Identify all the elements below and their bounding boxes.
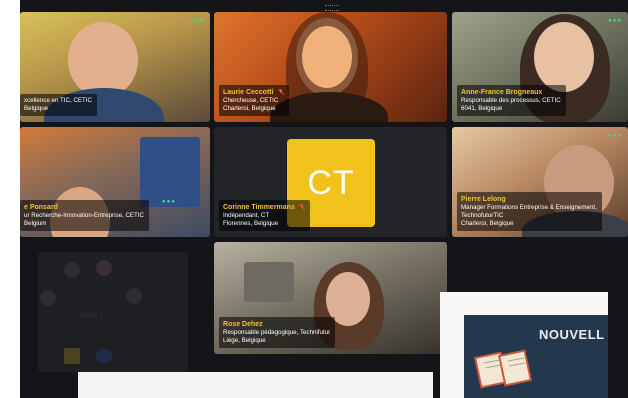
lobby-seat-icon bbox=[96, 348, 112, 364]
audio-dots-icon: ●●● bbox=[608, 133, 622, 139]
participant-organization: TechnofuturTIC bbox=[461, 212, 504, 219]
participant-video-tile[interactable]: ●●● e Ponsard ur Recherche-Innovation-En… bbox=[20, 127, 210, 237]
background-shelf bbox=[140, 137, 200, 207]
participant-name: Corinne Timmermans bbox=[223, 203, 305, 212]
participant-label: Pierre Lelong Manager Formations Entrepr… bbox=[457, 192, 602, 231]
participant-label: e Ponsard ur Recherche-Innovation-Entrep… bbox=[20, 200, 150, 231]
participant-location: Belgium bbox=[24, 220, 47, 227]
participant-video-tile[interactable]: CT Corinne Timmermans Indépendant, CT Fl… bbox=[214, 127, 447, 237]
participant-video-tile[interactable]: ●●● Pierre Lelong Manager Formations Ent… bbox=[452, 127, 628, 237]
participant-title: Responsable pédagogique, Technifutur bbox=[223, 329, 331, 336]
drag-handle[interactable] bbox=[325, 5, 339, 11]
open-book-icon bbox=[474, 349, 533, 389]
participant-video-tile[interactable]: Rose Dehez Responsable pédagogique, Tech… bbox=[214, 242, 447, 354]
background-frame bbox=[244, 262, 294, 302]
participant-label: xcellence en TIC, CETIC Belgique bbox=[20, 94, 97, 116]
lobby-seat-icon bbox=[64, 262, 80, 278]
shared-document-preview[interactable] bbox=[78, 372, 433, 398]
mic-muted-icon bbox=[298, 204, 305, 211]
participant-video-tile[interactable]: Laurie Ceccotti Chercheuse, CETIC Charle… bbox=[214, 12, 447, 122]
participant-title: Manager Formations Entreprise & Enseigne… bbox=[461, 204, 597, 211]
participant-location: Charleroi, Belgique bbox=[461, 220, 514, 227]
participant-title: Indépendant, CT bbox=[223, 212, 270, 219]
participant-location: Belgique bbox=[24, 105, 49, 112]
participant-title: Chercheuse, CETIC bbox=[223, 97, 279, 104]
participant-name: Anne-France Brogneaux bbox=[461, 89, 543, 96]
participant-video-tile[interactable]: ●●● Anne-France Brogneaux Responsable de… bbox=[452, 12, 628, 122]
lobby-seat-icon bbox=[126, 288, 142, 304]
participant-location: Liège, Belgique bbox=[223, 337, 266, 344]
participant-face bbox=[534, 22, 594, 92]
audio-dots-icon: ●●● bbox=[162, 199, 176, 205]
lobby-seat-icon bbox=[64, 348, 80, 364]
participant-head bbox=[68, 22, 138, 98]
participant-title: xcellence en TIC, CETIC bbox=[24, 97, 92, 104]
lobby-seat-icon bbox=[96, 260, 112, 276]
presentation-slide[interactable]: NOUVELL bbox=[464, 315, 608, 398]
participant-name: Laurie Ceccotti bbox=[223, 88, 284, 97]
participant-label: Laurie Ceccotti Chercheuse, CETIC Charle… bbox=[219, 85, 289, 116]
lobby-area: Table 1 bbox=[38, 252, 188, 372]
participant-location: Florennes, Belgique bbox=[223, 220, 279, 227]
lobby-seat-icon bbox=[40, 290, 56, 306]
participant-face bbox=[302, 26, 352, 88]
participant-label: Rose Dehez Responsable pédagogique, Tech… bbox=[219, 317, 336, 348]
participant-video-tile[interactable]: ●●● xcellence en TIC, CETIC Belgique bbox=[20, 12, 210, 122]
lobby-table-label: Table 1 bbox=[78, 310, 104, 319]
participant-name: Pierre Lelong bbox=[461, 196, 506, 203]
participant-title: Responsable des processus, CETIC bbox=[461, 97, 561, 104]
participant-location: 6041, Belgique bbox=[461, 105, 503, 112]
participant-location: Charleroi, Belgique bbox=[223, 105, 276, 112]
audio-dots-icon: ●●● bbox=[608, 18, 622, 24]
participant-label: Anne-France Brogneaux Responsable des pr… bbox=[457, 85, 566, 116]
participant-label: Corinne Timmermans Indépendant, CT Flore… bbox=[219, 200, 310, 231]
mic-muted-icon bbox=[277, 89, 284, 96]
audio-dots-icon: ●●● bbox=[190, 18, 204, 24]
participant-title: ur Recherche-Innovation-Entreprise, CETI… bbox=[24, 212, 145, 219]
participant-name: e Ponsard bbox=[24, 204, 58, 211]
participant-name: Rose Dehez bbox=[223, 321, 263, 328]
slide-title: NOUVELL bbox=[539, 327, 605, 342]
